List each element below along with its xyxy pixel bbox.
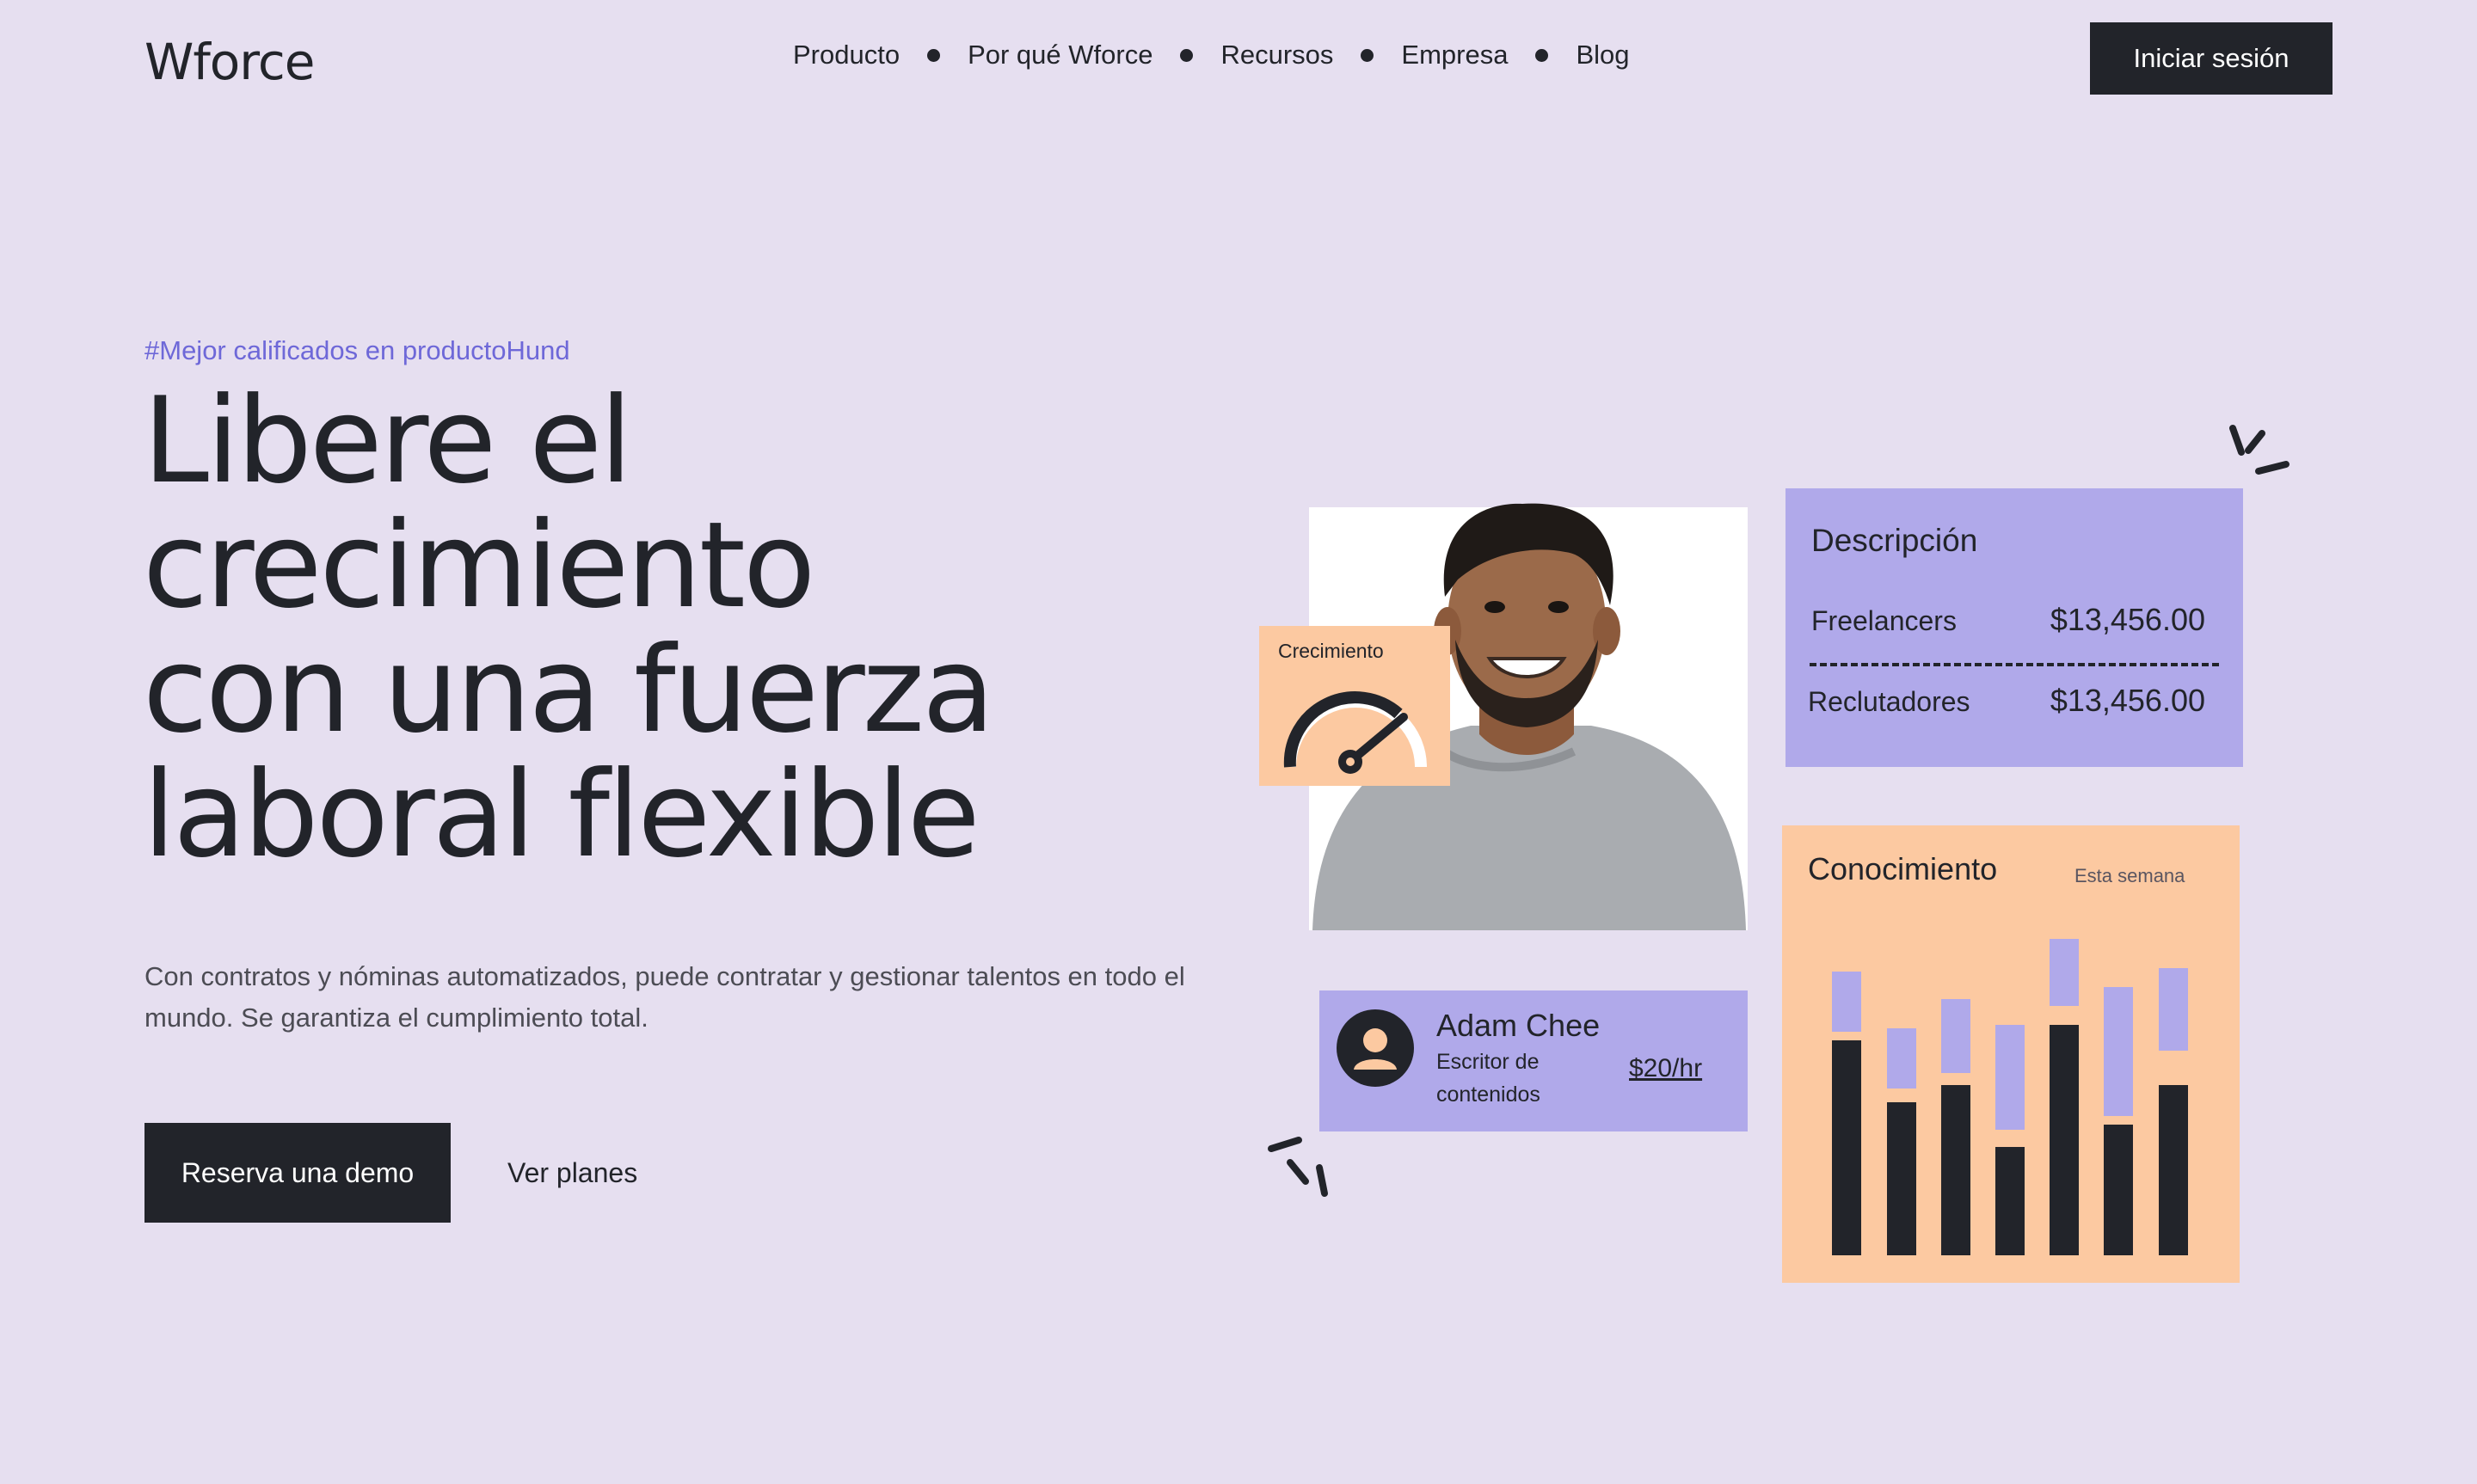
growth-card: Crecimiento — [1259, 626, 1450, 786]
nav-item-recursos[interactable]: Recursos — [1220, 40, 1333, 71]
freelancers-label: Freelancers — [1811, 605, 1957, 636]
nav-item-producto[interactable]: Producto — [793, 40, 900, 71]
knowledge-card: Conocimiento Esta semana — [1782, 825, 2240, 1283]
bar-column — [1832, 972, 1861, 1255]
hero-tag: #Mejor calificados en productoHund — [144, 335, 570, 365]
freelancers-value: $13,456.00 — [2050, 602, 2205, 637]
spark-decoration-bottom-icon — [1268, 1137, 1328, 1197]
nav-separator-dot — [1361, 48, 1374, 62]
description-card: Descripción Freelancers $13,456.00 Reclu… — [1786, 488, 2243, 767]
freelancer-name: Adam Chee — [1436, 1008, 1601, 1043]
hero-title-line: crecimiento — [143, 496, 815, 635]
recruiters-label: Reclutadores — [1808, 686, 1970, 717]
bar-column — [2050, 939, 2079, 1255]
freelancer-role: Escritor de contenidos — [1436, 1050, 1540, 1107]
spark-decoration-top-icon — [2229, 425, 2290, 475]
nav-separator-dot — [927, 48, 941, 62]
nav-separator-dot — [1535, 48, 1549, 62]
hero-title-line: Libere el — [143, 371, 632, 510]
freelancer-card[interactable]: Adam Chee Escritor de contenidos $20/hr — [1319, 990, 1748, 1131]
hero-title: Libere el crecimiento con una fuerza lab… — [143, 378, 1175, 877]
nav-separator-dot — [1180, 48, 1194, 62]
book-demo-button[interactable]: Reserva una demo — [144, 1123, 451, 1223]
hero-subtitle: Con contratos y nóminas automatizados, p… — [144, 961, 1185, 1033]
bar-column — [1995, 1025, 2025, 1255]
nav-item-blog[interactable]: Blog — [1576, 40, 1629, 71]
hero-title-line: con una fuerza — [143, 621, 995, 759]
logo[interactable]: Wforce — [144, 33, 315, 91]
growth-card-label: Crecimiento — [1278, 640, 1384, 662]
hero-title-line: laboral flexible — [143, 745, 980, 884]
description-card-title: Descripción — [1811, 523, 1978, 558]
freelancer-rate-link[interactable]: $20/hr — [1629, 1054, 1702, 1083]
avatar-icon — [1337, 1009, 1414, 1087]
login-button[interactable]: Iniciar sesión — [2090, 22, 2333, 95]
bar-column — [1941, 999, 1970, 1255]
bar-column — [2159, 968, 2188, 1255]
nav-item-por-que-wforce[interactable]: Por qué Wforce — [968, 40, 1152, 71]
bar-chart-illustration — [1832, 939, 2188, 1255]
main-nav: Producto Por qué Wforce Recursos Empresa… — [793, 40, 1629, 71]
recruiters-value: $13,456.00 — [2050, 683, 2205, 718]
bar-column — [1887, 1028, 1916, 1255]
dashed-divider — [1810, 663, 2219, 666]
gauge-icon — [1283, 691, 1427, 774]
bar-column — [2104, 987, 2133, 1255]
view-plans-link[interactable]: Ver planes — [507, 1157, 637, 1189]
nav-item-empresa[interactable]: Empresa — [1401, 40, 1508, 71]
